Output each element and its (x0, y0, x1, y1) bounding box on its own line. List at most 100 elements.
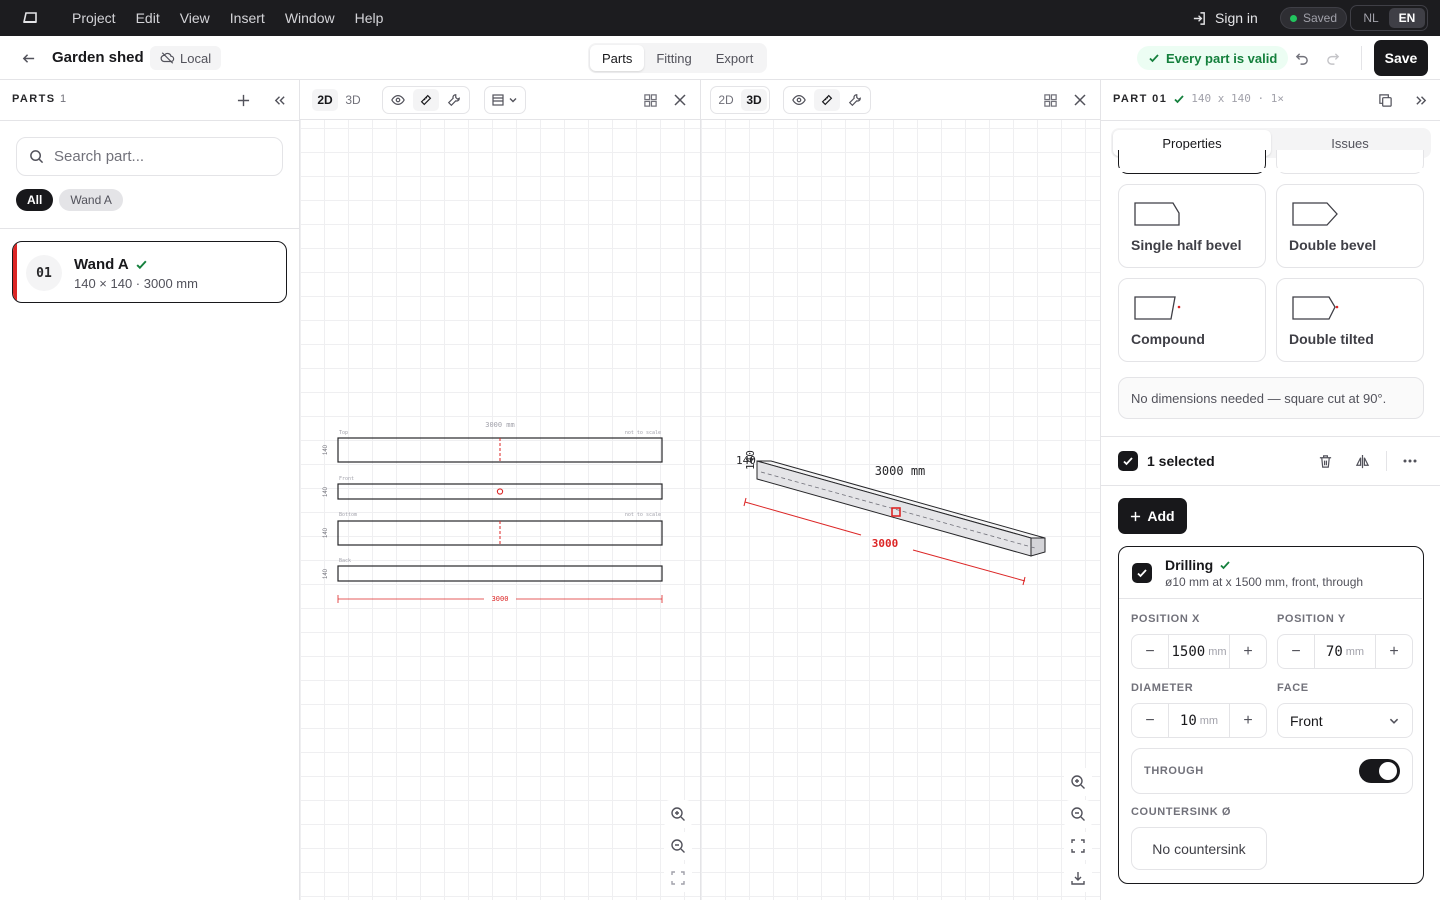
position-x-input[interactable]: 1500 mm (1168, 635, 1230, 668)
position-y-value: 70 (1325, 643, 1343, 660)
view-2d[interactable]: 2D 3D 3000 mm Top not to scale 140 Front… (300, 80, 700, 900)
menu-window[interactable]: Window (275, 0, 345, 36)
select-all-checkbox[interactable] (1118, 451, 1138, 471)
cut-option-double-tilted[interactable]: Double tilted (1276, 278, 1424, 362)
view-3d[interactable]: 2D 3D 140 140 3000 mm 3000 (701, 80, 1100, 900)
valid-check-icon (136, 260, 147, 270)
search-part (16, 137, 283, 176)
increment-icon[interactable]: + (1230, 635, 1266, 668)
drawing-2d[interactable]: 3000 mm Top not to scale 140 Front 140 B… (300, 400, 700, 620)
face-label: FACE (1277, 682, 1309, 694)
mode-2d-button[interactable]: 2D (713, 89, 739, 111)
face-select[interactable]: Front (1277, 703, 1413, 738)
zoom-in-icon[interactable] (664, 800, 692, 828)
project-title[interactable]: Garden shed (52, 49, 144, 66)
part-meta: 140 x 140 · 1× (1191, 92, 1284, 105)
parts-panel: PARTS 1 All Wand A 01 Wand A 140 × 140 ·… (0, 80, 300, 900)
front-view-label: Front (339, 476, 354, 482)
decrement-icon[interactable]: − (1132, 704, 1168, 737)
position-x-value: 1500 (1171, 643, 1206, 660)
fit-view-icon[interactable] (1064, 832, 1092, 860)
valid-check-icon (1174, 94, 1184, 103)
scroll-mask (1101, 168, 1440, 172)
back-arrow-icon[interactable] (14, 44, 42, 72)
fit-view-icon[interactable] (664, 864, 692, 892)
divider (1101, 120, 1440, 121)
through-toggle[interactable] (1359, 759, 1400, 783)
mode-2d-button[interactable]: 2D (312, 89, 338, 111)
search-input[interactable] (54, 148, 264, 165)
download-icon[interactable] (1064, 864, 1092, 892)
diameter-input[interactable]: 10 mm (1168, 704, 1230, 737)
zoom-in-icon[interactable] (1064, 768, 1092, 796)
increment-icon[interactable]: + (1376, 635, 1412, 668)
ruler-icon[interactable] (814, 89, 840, 111)
drill-hole-front (496, 488, 504, 495)
menu-insert[interactable]: Insert (220, 0, 275, 36)
saved-label: Saved (1303, 11, 1338, 25)
app-logo-icon[interactable] (0, 11, 62, 25)
zoom-out-icon[interactable] (1064, 800, 1092, 828)
collapse-inspector-icon[interactable] (1407, 86, 1435, 114)
view-3d-mode: 2D 3D (710, 86, 770, 114)
ruler-icon[interactable] (413, 89, 439, 111)
tab-parts[interactable]: Parts (590, 45, 645, 71)
save-button[interactable]: Save (1374, 40, 1428, 76)
cut-option-compound[interactable]: Compound (1118, 278, 1266, 362)
cut-option-single-half-bevel[interactable]: Single half bevel (1118, 184, 1266, 268)
decrement-icon[interactable]: − (1278, 635, 1314, 668)
lang-en[interactable]: EN (1389, 8, 1425, 28)
validation-badge[interactable]: Every part is valid (1137, 46, 1289, 70)
mode-3d-button[interactable]: 3D (741, 89, 767, 111)
layers-dropdown[interactable] (484, 86, 526, 114)
cloud-off-icon (160, 52, 175, 64)
divider (0, 120, 299, 121)
wrench-icon[interactable] (842, 89, 868, 111)
menu-edit[interactable]: Edit (126, 0, 170, 36)
menu-view[interactable]: View (170, 0, 220, 36)
menu-project[interactable]: Project (62, 0, 126, 36)
sign-in-button[interactable]: Sign in (1192, 0, 1258, 36)
view-3d-tools (783, 86, 871, 114)
storage-badge[interactable]: Local (150, 46, 222, 70)
redo-icon[interactable] (1319, 44, 1347, 72)
add-operation-button[interactable]: Add (1118, 498, 1187, 534)
storage-label: Local (180, 50, 212, 66)
filter-all[interactable]: All (16, 189, 54, 211)
grid-layout-icon[interactable] (1036, 86, 1064, 114)
position-y-input[interactable]: 70 mm (1314, 635, 1376, 668)
chevron-down-icon (1389, 718, 1399, 724)
wrench-icon[interactable] (441, 89, 467, 111)
cut-option-double-bevel[interactable]: Double bevel (1276, 184, 1424, 268)
decrement-icon[interactable]: − (1132, 635, 1168, 668)
lang-nl[interactable]: NL (1353, 8, 1389, 28)
no-countersink-button[interactable]: No countersink (1131, 827, 1267, 870)
layers-icon[interactable] (487, 89, 523, 111)
collapse-panel-icon[interactable] (265, 86, 293, 114)
eye-icon[interactable] (786, 89, 812, 111)
eye-icon[interactable] (385, 89, 411, 111)
add-part-button[interactable] (229, 86, 257, 114)
scale-label-bottom: not to scale (625, 512, 661, 518)
tab-export[interactable]: Export (704, 45, 766, 71)
mirror-icon[interactable] (1348, 447, 1376, 475)
unit-label: mm (1199, 714, 1219, 727)
increment-icon[interactable]: + (1230, 704, 1266, 737)
close-view-icon[interactable] (666, 86, 694, 114)
filter-wand-a[interactable]: Wand A (59, 189, 123, 211)
duplicate-icon[interactable] (1371, 86, 1399, 114)
zoom-out-icon[interactable] (664, 832, 692, 860)
close-view-icon[interactable] (1066, 86, 1094, 114)
operation-checkbox[interactable] (1132, 563, 1152, 583)
more-options-icon[interactable] (1396, 447, 1424, 475)
part-list-item[interactable]: 01 Wand A 140 × 140 · 3000 mm (12, 241, 287, 303)
tab-fitting[interactable]: Fitting (644, 45, 703, 71)
menu-help[interactable]: Help (345, 0, 394, 36)
mode-3d-button[interactable]: 3D (340, 89, 366, 111)
scale-label: not to scale (625, 430, 661, 436)
undo-icon[interactable] (1287, 44, 1315, 72)
grid-layout-icon[interactable] (636, 86, 664, 114)
operation-name: Drilling (1165, 557, 1214, 573)
trash-icon[interactable] (1311, 447, 1339, 475)
model-3d[interactable]: 140 140 3000 mm 3000 (701, 440, 1100, 600)
